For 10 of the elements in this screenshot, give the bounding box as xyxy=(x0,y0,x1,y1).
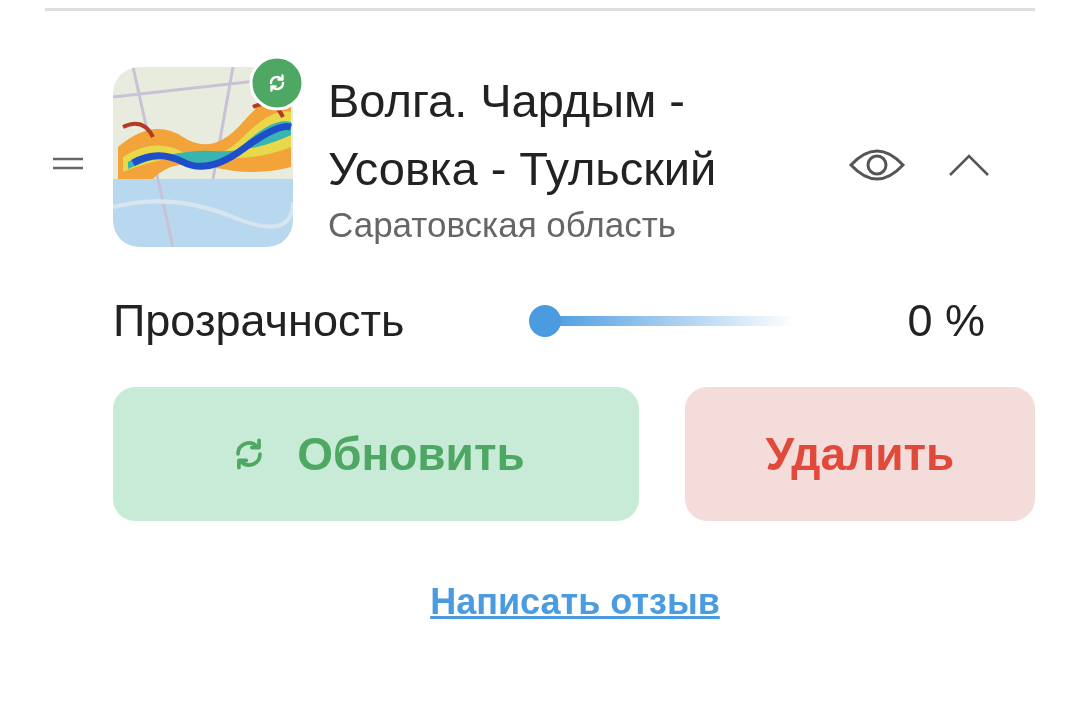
chevron-up-icon[interactable] xyxy=(948,153,990,177)
delete-button[interactable]: Удалить xyxy=(685,387,1035,521)
update-button[interactable]: Обновить xyxy=(113,387,639,521)
layer-title: Волга. Чардым - Усовка - Тульский xyxy=(328,73,718,197)
opacity-value: 0 % xyxy=(907,295,985,347)
slider-thumb[interactable] xyxy=(529,305,561,337)
layer-region: Саратовская область xyxy=(328,205,677,245)
sync-badge-icon xyxy=(249,55,305,111)
feedback-link[interactable]: Написать отзыв xyxy=(430,581,720,623)
opacity-label: Прозрачность xyxy=(113,295,406,347)
